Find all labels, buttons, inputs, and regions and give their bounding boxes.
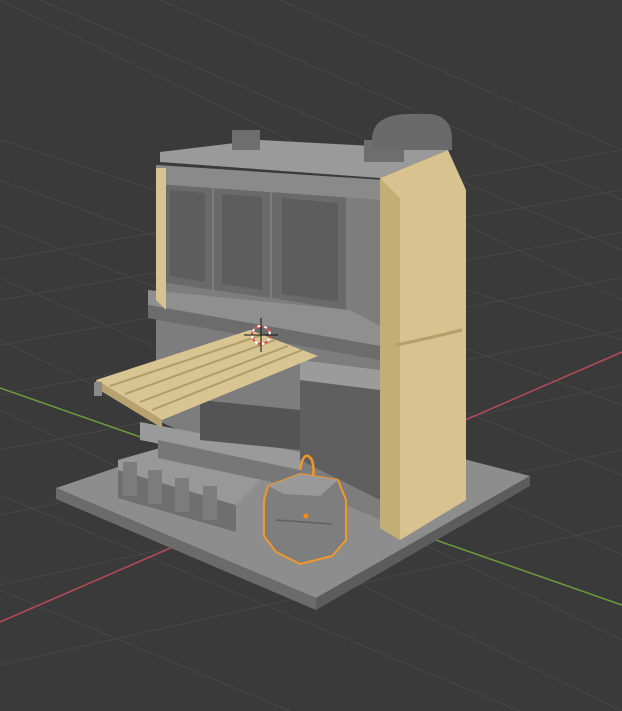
scene-canvas[interactable] <box>0 0 622 711</box>
origin-dot-icon[interactable] <box>303 513 309 519</box>
3d-viewport[interactable] <box>0 0 622 711</box>
